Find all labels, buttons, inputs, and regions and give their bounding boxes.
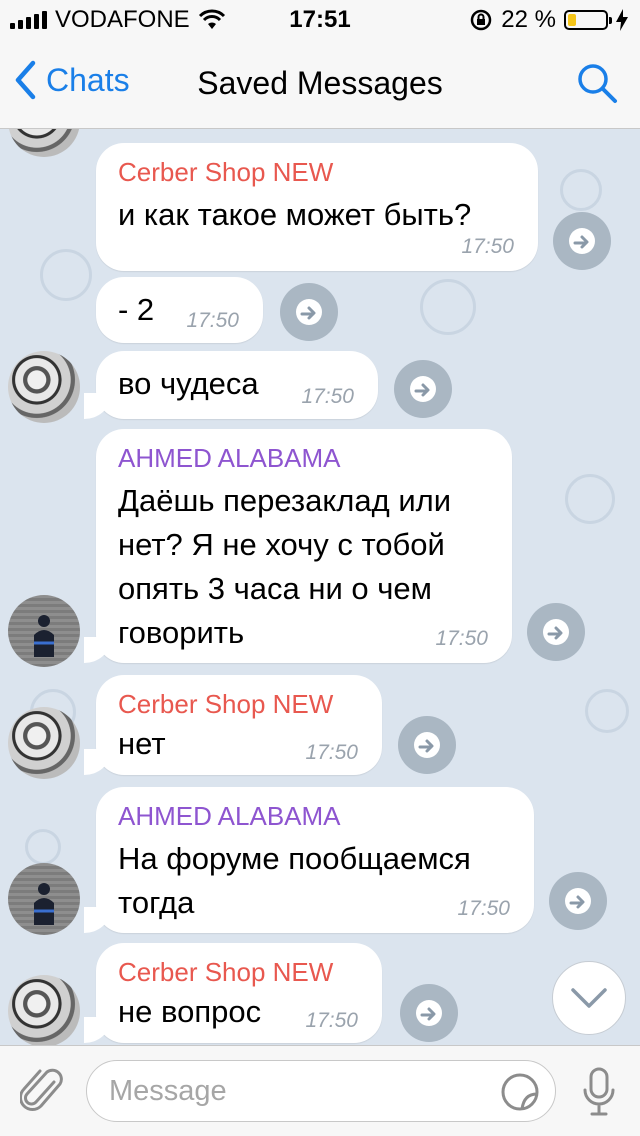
battery-icon	[564, 10, 612, 30]
attach-button[interactable]	[19, 1066, 66, 1121]
forward-button[interactable]	[398, 716, 456, 774]
background-doodle	[560, 169, 602, 211]
scroll-to-bottom-button[interactable]	[552, 961, 626, 1035]
microphone-icon	[583, 1067, 615, 1116]
avatar[interactable]	[8, 595, 80, 667]
message-bubble[interactable]: Cerber Shop NEW не вопрос 17:50	[84, 943, 382, 1043]
nav-bar: Chats Saved Messages	[0, 40, 640, 129]
message-time: 17:50	[301, 385, 354, 408]
chat-area[interactable]: Cerber Shop NEW и как такое может быть? …	[0, 129, 640, 1045]
battery-fill	[568, 14, 576, 26]
charging-icon	[616, 9, 628, 31]
message-bubble[interactable]: AHMED ALABAMA Даёшь перезаклад или нет? …	[84, 429, 512, 663]
rotation-lock-icon	[471, 9, 492, 31]
message-bubble[interactable]: во чудеса 17:50	[84, 351, 378, 419]
background-doodle	[420, 279, 476, 335]
search-button[interactable]	[576, 62, 618, 109]
forward-button[interactable]	[394, 360, 452, 418]
share-arrow-icon	[569, 228, 595, 254]
avatar[interactable]	[8, 863, 80, 935]
message-sender: Cerber Shop NEW	[118, 957, 334, 987]
background-doodle	[565, 474, 615, 524]
forward-button[interactable]	[400, 984, 458, 1042]
forward-button[interactable]	[549, 872, 607, 930]
message-sender: AHMED ALABAMA	[118, 801, 341, 831]
message-sender: AHMED ALABAMA	[118, 443, 341, 473]
avatar[interactable]	[8, 707, 80, 779]
share-arrow-icon	[416, 1000, 442, 1026]
message-time: 17:50	[305, 1009, 358, 1032]
forward-button[interactable]	[527, 603, 585, 661]
message-bubble[interactable]: AHMED ALABAMA На форуме пообщаемся тогда…	[84, 787, 534, 933]
background-doodle	[25, 829, 61, 865]
message-text: и как такое может быть?	[118, 197, 472, 232]
status-right: 22 %	[469, 6, 628, 34]
share-arrow-icon	[543, 619, 569, 645]
message-input-bar	[0, 1045, 640, 1136]
message-bubble[interactable]: - 2 17:50	[96, 277, 263, 343]
avatar[interactable]	[8, 351, 80, 423]
message-input[interactable]	[86, 1060, 556, 1122]
background-doodle	[40, 249, 92, 301]
share-arrow-icon	[414, 732, 440, 758]
message-bubble[interactable]: Cerber Shop NEW и как такое может быть? …	[96, 143, 538, 271]
share-arrow-icon	[565, 888, 591, 914]
person-figure-icon	[34, 615, 54, 657]
sticker-button[interactable]	[500, 1072, 540, 1117]
message-time: 17:50	[435, 627, 488, 650]
voice-record-button[interactable]	[582, 1066, 616, 1123]
chevron-down-icon	[571, 988, 607, 1008]
share-arrow-icon	[410, 376, 436, 402]
message-time: 17:50	[186, 309, 239, 332]
forward-button[interactable]	[280, 283, 338, 341]
message-text: Даёшь перезаклад или нет? Я не хочу с то…	[118, 483, 452, 650]
share-arrow-icon	[296, 299, 322, 325]
background-doodle	[585, 689, 629, 733]
message-bubble[interactable]: Cerber Shop NEW нет 17:50	[84, 675, 382, 775]
avatar[interactable]	[8, 129, 80, 157]
message-time: 17:50	[457, 897, 510, 920]
message-time: 17:50	[305, 741, 358, 764]
sticker-icon	[501, 1073, 539, 1111]
message-text: На форуме пообщаемся тогда	[118, 841, 471, 920]
paperclip-icon	[19, 1068, 63, 1111]
avatar[interactable]	[8, 975, 80, 1045]
person-figure-icon	[34, 883, 54, 925]
message-time: 17:50	[461, 235, 514, 258]
page-title: Saved Messages	[197, 65, 443, 101]
message-sender: Cerber Shop NEW	[118, 157, 334, 187]
forward-button[interactable]	[553, 212, 611, 270]
search-icon	[578, 64, 617, 103]
message-sender: Cerber Shop NEW	[118, 689, 334, 719]
battery-percent: 22 %	[501, 6, 556, 33]
status-bar: VODAFONE 17:51 22 %	[0, 0, 640, 40]
